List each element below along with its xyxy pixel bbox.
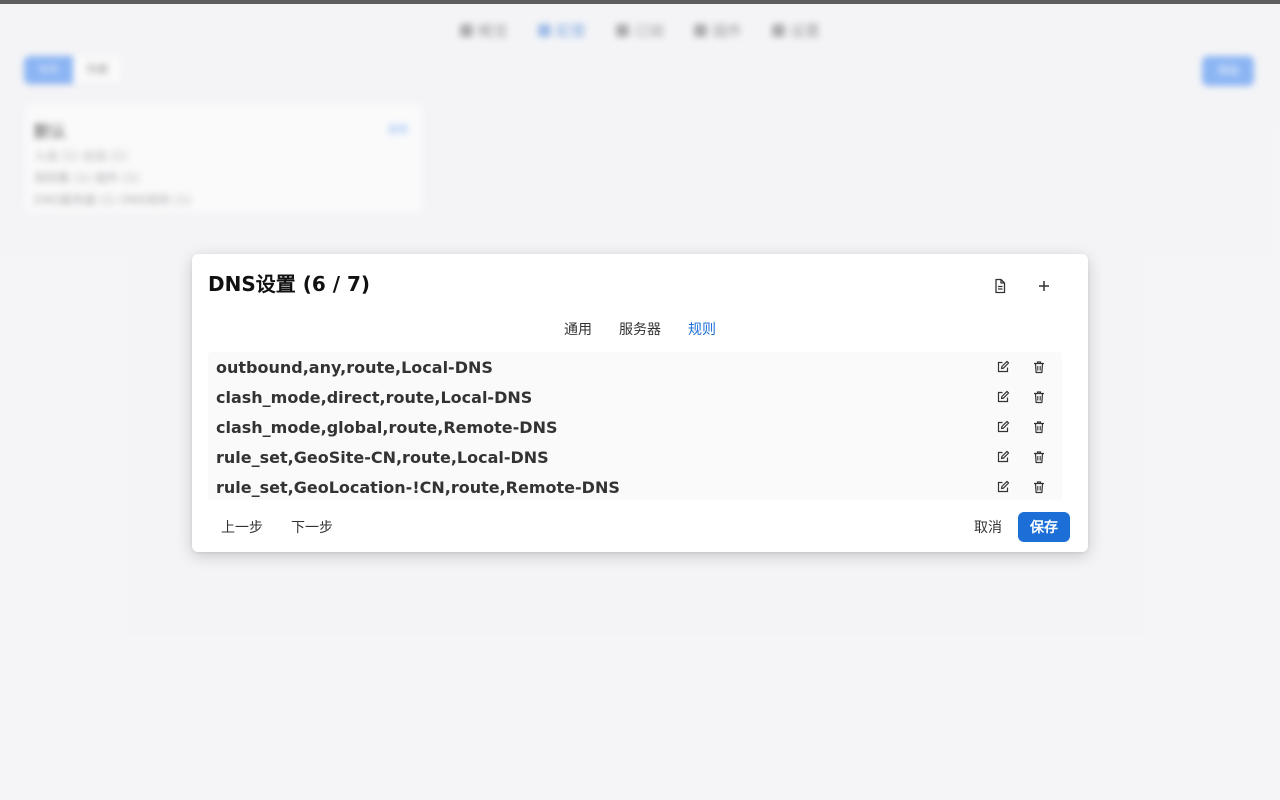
view-document-button[interactable] (986, 272, 1014, 300)
rule-row: rule_set,GeoLocation-!CN,route,Remote-DN… (208, 472, 1062, 502)
dns-settings-modal: DNS设置 (6 / 7) 通用 服务器 规则 outbound,any,rou… (192, 254, 1088, 552)
modal-title: DNS设置 (6 / 7) (208, 272, 371, 296)
delete-rule-button[interactable] (1024, 384, 1054, 410)
rule-row: clash_mode,global,route,Remote-DNS (208, 412, 1062, 442)
trash-icon (1034, 391, 1044, 404)
edit-rule-button[interactable] (988, 414, 1018, 440)
rule-text: rule_set,GeoLocation-!CN,route,Remote-DN… (216, 477, 620, 497)
delete-rule-button[interactable] (1024, 474, 1054, 500)
rule-row: clash_mode,direct,route,Local-DNS (208, 382, 1062, 412)
edit-rule-button[interactable] (988, 384, 1018, 410)
rule-text: clash_mode,global,route,Remote-DNS (216, 417, 558, 437)
previous-step-button[interactable]: 上一步 (212, 512, 272, 542)
trash-icon (1034, 481, 1044, 494)
tab-rules[interactable]: 规则 (688, 318, 716, 340)
tab-general[interactable]: 通用 (564, 318, 592, 340)
delete-rule-button[interactable] (1024, 354, 1054, 380)
plus-icon (1039, 281, 1049, 291)
cancel-button[interactable]: 取消 (962, 512, 1014, 542)
add-rule-button[interactable] (1030, 272, 1058, 300)
document-icon (995, 278, 1006, 294)
save-button[interactable]: 保存 (1018, 512, 1070, 542)
modal-tabs: 通用 服务器 规则 (192, 318, 1088, 340)
rule-row: rule_set,GeoSite-CN,route,Local-DNS (208, 442, 1062, 472)
rules-list: outbound,any,route,Local-DNS clash_mode,… (208, 352, 1062, 500)
trash-icon (1034, 361, 1044, 374)
next-step-button[interactable]: 下一步 (282, 512, 342, 542)
edit-icon (997, 450, 1010, 463)
edit-rule-button[interactable] (988, 354, 1018, 380)
rule-row: outbound,any,route,Local-DNS (208, 352, 1062, 382)
edit-icon (997, 360, 1010, 373)
trash-icon (1034, 421, 1044, 434)
tab-servers[interactable]: 服务器 (619, 318, 661, 340)
delete-rule-button[interactable] (1024, 414, 1054, 440)
rule-text: outbound,any,route,Local-DNS (216, 357, 493, 377)
edit-rule-button[interactable] (988, 474, 1018, 500)
edit-icon (997, 390, 1010, 403)
delete-rule-button[interactable] (1024, 444, 1054, 470)
rule-text: clash_mode,direct,route,Local-DNS (216, 387, 533, 407)
edit-rule-button[interactable] (988, 444, 1018, 470)
edit-icon (997, 420, 1010, 433)
rule-text: rule_set,GeoSite-CN,route,Local-DNS (216, 447, 549, 467)
edit-icon (997, 480, 1010, 493)
trash-icon (1034, 451, 1044, 464)
